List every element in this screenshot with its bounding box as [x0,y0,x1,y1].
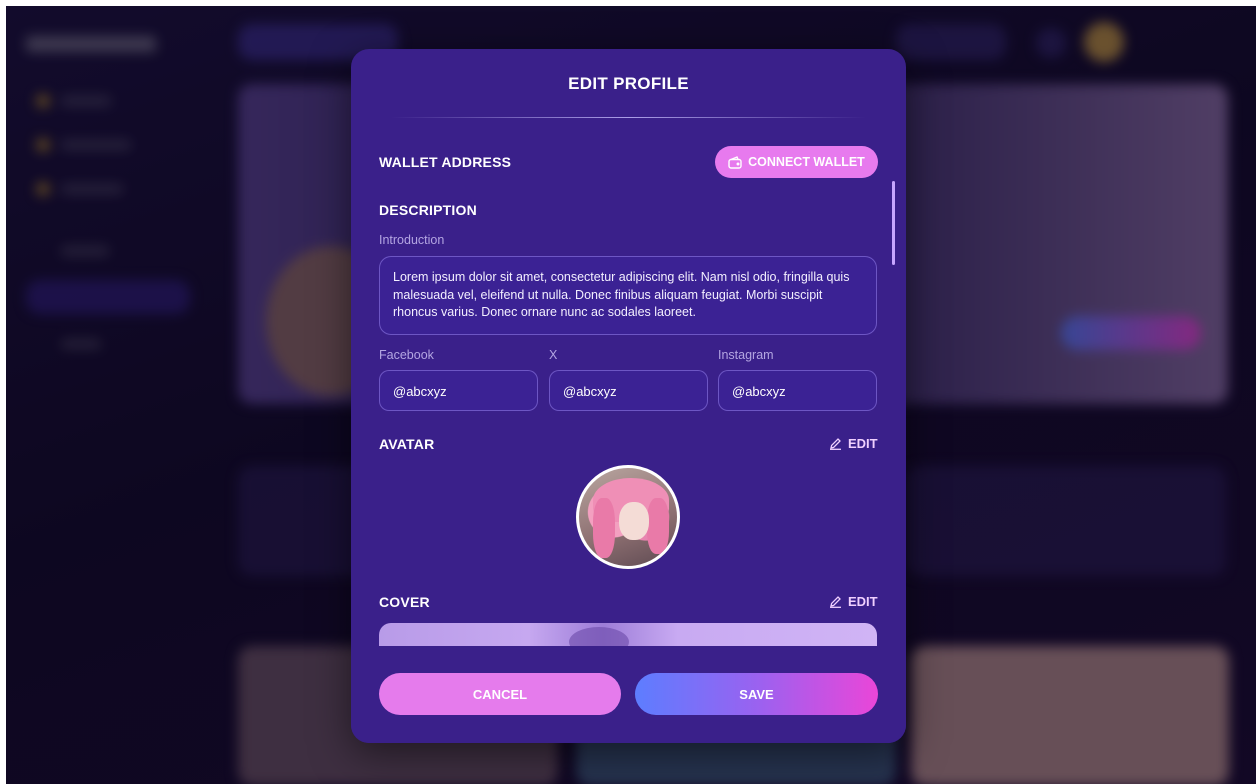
avatar-edit-button[interactable]: EDIT [829,436,878,451]
facebook-input[interactable]: @abcxyz [379,370,538,411]
save-button[interactable]: SAVE [635,673,878,715]
cover-edit-label: EDIT [848,594,878,609]
title-divider [391,117,866,118]
introduction-textarea[interactable]: Lorem ipsum dolor sit amet, consectetur … [379,256,877,335]
scrollbar-thumb[interactable] [892,181,895,265]
pencil-icon [830,596,841,608]
avatar-label: AVATAR [379,436,435,452]
introduction-label: Introduction [379,233,445,247]
avatar-edit-label: EDIT [848,436,878,451]
instagram-label: Instagram [718,348,774,362]
cover-edit-button[interactable]: EDIT [829,594,878,609]
pencil-icon [830,438,841,450]
instagram-input[interactable]: @abcxyz [718,370,877,411]
modal-footer: CANCEL SAVE [351,646,906,743]
wallet-icon [728,155,742,169]
wallet-address-label: WALLET ADDRESS [379,154,512,170]
cancel-button[interactable]: CANCEL [379,673,621,715]
connect-wallet-button[interactable]: CONNECT WALLET [715,146,878,178]
description-label: DESCRIPTION [379,202,477,218]
facebook-label: Facebook [379,348,434,362]
x-input[interactable]: @abcxyz [549,370,708,411]
avatar-image[interactable] [576,465,680,569]
cover-image[interactable] [379,623,877,647]
cover-label: COVER [379,594,430,610]
edit-profile-modal: EDIT PROFILE WALLET ADDRESS CONNECT WALL… [351,49,906,743]
connect-wallet-label: CONNECT WALLET [748,155,865,169]
modal-title: EDIT PROFILE [568,74,689,93]
x-label: X [549,348,558,362]
